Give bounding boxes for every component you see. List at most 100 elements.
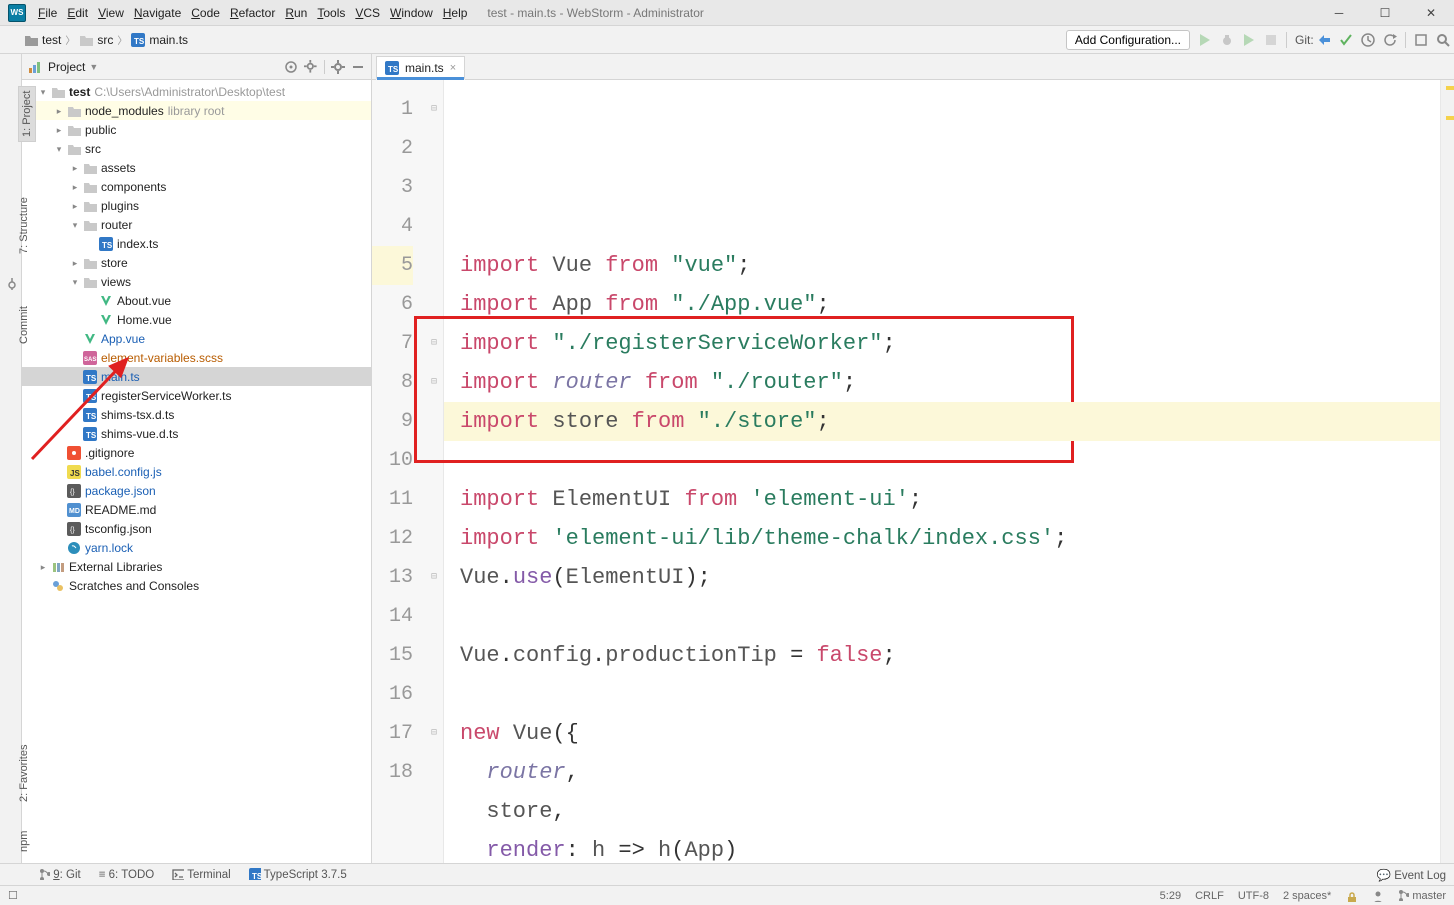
tool-window-npm[interactable]: npm [18, 831, 30, 852]
tree-node[interactable]: App.vue [22, 329, 371, 348]
editor-marker-strip[interactable] [1440, 80, 1454, 863]
debug-icon[interactable] [1220, 33, 1234, 47]
code-line[interactable]: import ElementUI from 'element-ui'; [460, 480, 1440, 519]
tree-node[interactable]: Home.vue [22, 310, 371, 329]
tree-node[interactable]: tsconfig.json [22, 519, 371, 538]
code-line[interactable]: import router from "./router"; [460, 363, 1440, 402]
close-button[interactable]: ✕ [1408, 0, 1454, 26]
menu-edit[interactable]: Edit [67, 6, 88, 20]
code-line[interactable]: import 'element-ui/lib/theme-chalk/index… [460, 519, 1440, 558]
hide-tool-window-icon[interactable] [351, 60, 365, 74]
code-line[interactable]: new Vue({ [460, 714, 1440, 753]
tool-window-commit[interactable]: Commit [18, 306, 30, 344]
run-icon[interactable] [1198, 33, 1212, 47]
search-everywhere-icon[interactable] [1436, 33, 1450, 47]
menu-refactor[interactable]: Refactor [230, 6, 275, 20]
menu-window[interactable]: Window [390, 6, 433, 20]
tree-node[interactable]: registerServiceWorker.ts [22, 386, 371, 405]
status-tool-windows-icon[interactable]: ☐ [8, 889, 18, 902]
tree-node[interactable]: babel.config.js [22, 462, 371, 481]
tool-window-structure[interactable]: 7: Structure [18, 197, 30, 254]
status-encoding[interactable]: UTF-8 [1238, 890, 1269, 902]
tree-node[interactable]: ▾router [22, 215, 371, 234]
tree-node[interactable]: ▸assets [22, 158, 371, 177]
code-line[interactable] [460, 441, 1440, 480]
status-inspector-icon[interactable] [1371, 890, 1383, 902]
tree-node[interactable]: ▸components [22, 177, 371, 196]
menu-code[interactable]: Code [191, 6, 220, 20]
code-line[interactable]: import "./registerServiceWorker"; [460, 324, 1440, 363]
status-caret-pos[interactable]: 5:29 [1160, 890, 1181, 902]
tool-window-favorites[interactable]: 2: Favorites [18, 745, 30, 802]
editor-tab[interactable]: main.ts× [376, 56, 465, 80]
menu-navigate[interactable]: Navigate [134, 6, 181, 20]
tree-node[interactable]: .gitignore [22, 443, 371, 462]
maximize-button[interactable]: ☐ [1362, 0, 1408, 26]
code-line[interactable] [460, 597, 1440, 636]
minimize-button[interactable]: ─ [1316, 0, 1362, 26]
tree-node[interactable]: About.vue [22, 291, 371, 310]
code-line[interactable]: Vue.config.productionTip = false; [460, 636, 1440, 675]
tree-node[interactable]: ▾views [22, 272, 371, 291]
menu-vcs[interactable]: VCS [355, 6, 380, 20]
status-git-branch[interactable]: master [1397, 889, 1446, 902]
tree-node[interactable]: ▸public [22, 120, 371, 139]
vcs-commit-icon[interactable] [1339, 33, 1353, 47]
close-tab-icon[interactable]: × [450, 62, 456, 74]
breadcrumb-item[interactable]: test [24, 33, 61, 47]
coverage-icon[interactable] [1242, 33, 1256, 47]
vcs-update-icon[interactable] [1317, 33, 1331, 47]
stop-icon[interactable] [1264, 33, 1278, 47]
menu-help[interactable]: Help [443, 6, 468, 20]
tree-node[interactable]: Scratches and Consoles [22, 576, 371, 595]
tree-node[interactable]: README.md [22, 500, 371, 519]
status-line-ending[interactable]: CRLF [1195, 890, 1224, 902]
code-line[interactable]: import Vue from "vue"; [460, 246, 1440, 285]
menu-file[interactable]: File [38, 6, 57, 20]
select-opened-file-icon[interactable] [284, 60, 298, 74]
editor-code[interactable]: import Vue from "vue";import App from ".… [444, 80, 1440, 863]
menu-tools[interactable]: Tools [317, 6, 345, 20]
tree-node[interactable]: shims-vue.d.ts [22, 424, 371, 443]
project-tree[interactable]: ▾testC:\Users\Administrator\Desktop\test… [22, 80, 371, 863]
tree-node[interactable]: ▸store [22, 253, 371, 272]
code-line[interactable]: import App from "./App.vue"; [460, 285, 1440, 324]
tree-node[interactable]: ▸plugins [22, 196, 371, 215]
breadcrumb-item[interactable]: main.ts [131, 33, 188, 47]
tree-node[interactable]: index.ts [22, 234, 371, 253]
vcs-revert-icon[interactable] [1383, 33, 1397, 47]
status-indent[interactable]: 2 spaces* [1283, 890, 1331, 902]
code-line[interactable]: router, [460, 753, 1440, 792]
settings-icon[interactable] [331, 60, 345, 74]
expand-all-icon[interactable] [304, 60, 318, 74]
code-line[interactable]: store, [460, 792, 1440, 831]
tree-node[interactable]: ▸node_moduleslibrary root [22, 101, 371, 120]
code-line[interactable] [460, 675, 1440, 714]
tree-node[interactable]: element-variables.scss [22, 348, 371, 367]
breadcrumb-item[interactable]: src [79, 33, 113, 47]
tree-node[interactable]: shims-tsx.d.ts [22, 405, 371, 424]
add-configuration-button[interactable]: Add Configuration... [1066, 30, 1190, 50]
tool-window-terminal[interactable]: Terminal [172, 868, 230, 881]
tool-window-git-bottom[interactable]: 99: Git: Git [38, 868, 81, 881]
code-line[interactable]: import store from "./store"; [444, 402, 1440, 441]
tool-window-project[interactable]: 1: Project [18, 86, 36, 142]
tool-window-typescript[interactable]: TypeScript 3.7.5 [249, 868, 347, 881]
code-line[interactable]: render: h => h(App) [460, 831, 1440, 863]
tree-node[interactable]: ▸External Libraries [22, 557, 371, 576]
project-view-label[interactable]: Project ▼ [48, 60, 98, 74]
tree-node[interactable]: package.json [22, 481, 371, 500]
menu-run[interactable]: Run [285, 6, 307, 20]
tool-window-event-log[interactable]: 💬 Event Log [1377, 868, 1446, 882]
tree-node[interactable]: yarn.lock [22, 538, 371, 557]
tool-window-todo[interactable]: ≡ 6: TODO [99, 869, 155, 881]
code-line[interactable]: Vue.use(ElementUI); [460, 558, 1440, 597]
menu-view[interactable]: View [98, 6, 124, 20]
tree-node[interactable]: main.ts [22, 367, 371, 386]
vcs-history-icon[interactable] [1361, 33, 1375, 47]
editor-gutter[interactable]: 123456789101112131415161718⊟⊟⊟⊟⊟ [372, 80, 444, 863]
tree-node[interactable]: ▾testC:\Users\Administrator\Desktop\test [22, 82, 371, 101]
tree-node[interactable]: ▾src [22, 139, 371, 158]
status-lock-icon[interactable] [1345, 890, 1357, 902]
box-icon[interactable] [1414, 33, 1428, 47]
